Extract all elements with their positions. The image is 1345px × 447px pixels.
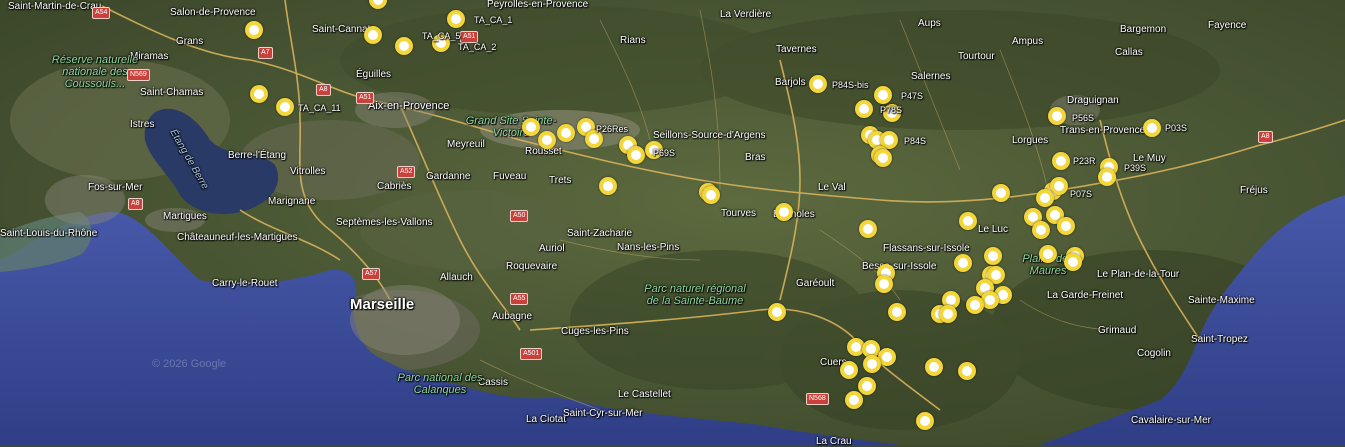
site-marker[interactable]: [702, 186, 720, 204]
site-marker[interactable]: [939, 305, 957, 323]
site-marker[interactable]: [276, 98, 294, 116]
site-marker[interactable]: [645, 141, 663, 159]
site-marker[interactable]: [557, 124, 575, 142]
road-shield: A7: [258, 47, 273, 59]
satellite-map[interactable]: [0, 0, 1345, 445]
site-marker[interactable]: [768, 303, 786, 321]
road-shield: A501: [520, 348, 543, 360]
road-shield: A8: [1258, 131, 1273, 143]
road-shield: A51: [460, 31, 479, 43]
site-marker[interactable]: [1143, 119, 1161, 137]
site-marker[interactable]: [888, 303, 906, 321]
site-marker[interactable]: [958, 362, 976, 380]
road-shield: N568: [806, 393, 829, 405]
site-marker[interactable]: [916, 412, 934, 430]
site-marker[interactable]: [395, 37, 413, 55]
site-marker[interactable]: [245, 21, 263, 39]
road-shield: A54: [92, 7, 111, 19]
site-marker[interactable]: [1098, 168, 1116, 186]
road-shield: A55: [510, 293, 529, 305]
site-marker[interactable]: [874, 86, 892, 104]
site-marker[interactable]: [1036, 189, 1054, 207]
site-marker[interactable]: [883, 104, 901, 122]
site-marker[interactable]: [1057, 217, 1075, 235]
road-shield: A8: [316, 84, 331, 96]
site-marker[interactable]: [855, 100, 873, 118]
site-marker[interactable]: [875, 275, 893, 293]
site-marker[interactable]: [859, 220, 877, 238]
site-marker[interactable]: [840, 361, 858, 379]
site-marker[interactable]: [1032, 221, 1050, 239]
site-marker[interactable]: [925, 358, 943, 376]
road-shield: A52: [397, 166, 416, 178]
site-marker[interactable]: [585, 130, 603, 148]
road-shield: A8: [128, 198, 143, 210]
site-marker[interactable]: [966, 296, 984, 314]
site-marker[interactable]: [775, 203, 793, 221]
site-marker[interactable]: [447, 10, 465, 28]
site-marker[interactable]: [1048, 107, 1066, 125]
map-attribution: © 2026 Google: [152, 358, 227, 370]
site-marker[interactable]: [992, 184, 1010, 202]
site-marker[interactable]: [845, 391, 863, 409]
site-marker[interactable]: [863, 355, 881, 373]
road-shield: A50: [510, 210, 529, 222]
site-marker[interactable]: [522, 118, 540, 136]
road-shield: A57: [362, 268, 381, 280]
site-marker[interactable]: [874, 149, 892, 167]
site-marker[interactable]: [1052, 152, 1070, 170]
site-marker[interactable]: [364, 26, 382, 44]
site-marker[interactable]: [627, 146, 645, 164]
site-marker[interactable]: [858, 377, 876, 395]
site-marker[interactable]: [959, 212, 977, 230]
site-marker[interactable]: [984, 247, 1002, 265]
site-marker[interactable]: [250, 85, 268, 103]
site-marker[interactable]: [1039, 245, 1057, 263]
site-marker[interactable]: [1050, 177, 1068, 195]
site-marker[interactable]: [538, 131, 556, 149]
site-marker[interactable]: [954, 254, 972, 272]
site-marker[interactable]: [599, 177, 617, 195]
site-marker[interactable]: [809, 75, 827, 93]
site-marker[interactable]: [432, 34, 450, 52]
road-shield: N569: [127, 69, 150, 81]
site-marker[interactable]: [1064, 253, 1082, 271]
road-shield: A51: [356, 92, 375, 104]
